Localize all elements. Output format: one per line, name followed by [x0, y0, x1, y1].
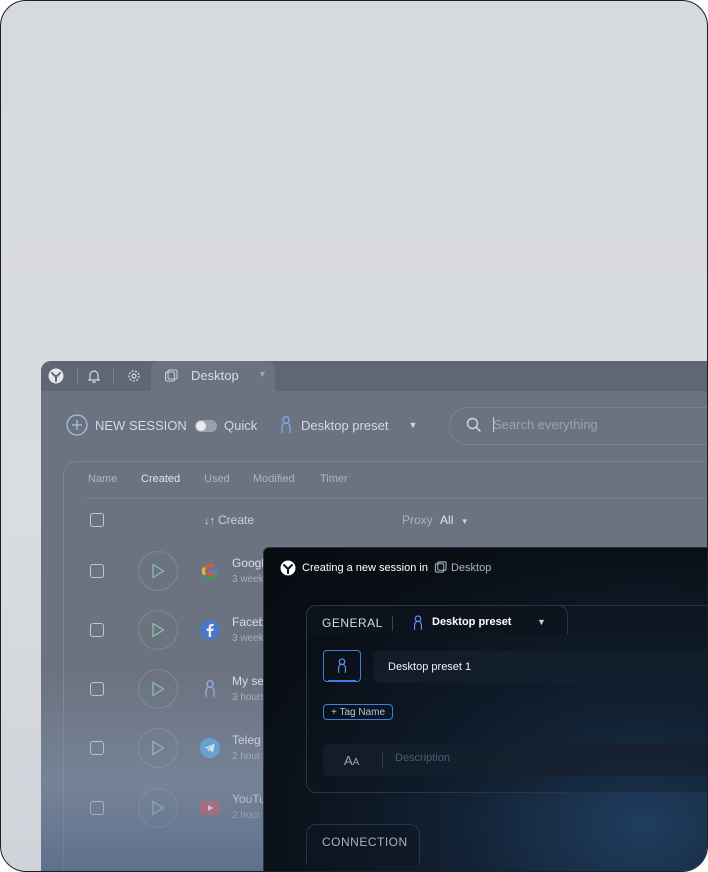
logo-icon — [279, 559, 297, 577]
tab-divider — [113, 368, 114, 384]
dialog-title-text: Creating a new session in — [302, 561, 428, 574]
row-checkbox[interactable] — [90, 682, 104, 696]
row-subtitle: 2 hour — [232, 810, 261, 821]
row-name: Faceb — [232, 615, 266, 629]
field-divider — [382, 751, 383, 769]
row-name: Googl — [232, 556, 265, 570]
add-tag-button[interactable]: + Tag Name — [323, 704, 394, 720]
play-button[interactable] — [138, 610, 178, 650]
avatar-picker[interactable] — [323, 650, 361, 682]
screen-frame: Desktop ▼ NEW SESSION Quick Desktop pres… — [0, 0, 708, 872]
row-subtitle: 3 week — [232, 633, 264, 644]
search-input[interactable] — [493, 417, 693, 432]
youtube-icon — [200, 798, 220, 818]
play-icon — [152, 563, 165, 579]
telegram-icon — [200, 738, 220, 758]
tab-bar: Desktop ▼ — [41, 361, 707, 391]
search-icon — [465, 416, 483, 434]
chevron-down-icon[interactable]: ▼ — [258, 369, 267, 379]
column-tab-used[interactable]: Used — [204, 473, 230, 485]
row-name: Teleg — [232, 733, 261, 747]
workspace-name: Desktop — [450, 561, 492, 574]
play-button[interactable] — [138, 788, 178, 828]
connection-tab-label: CONNECTION — [322, 835, 408, 849]
row-subtitle: 2 hour — [232, 751, 261, 762]
row-subtitle: 3 hours — [232, 692, 266, 703]
row-checkbox[interactable] — [90, 741, 104, 755]
row-checkbox[interactable] — [90, 564, 104, 578]
person-icon — [281, 416, 291, 433]
play-button[interactable] — [138, 728, 178, 768]
tab-divider — [77, 368, 78, 384]
new-session-button[interactable]: NEW SESSION — [66, 414, 187, 436]
session-name-field[interactable] — [374, 651, 707, 683]
google-icon — [200, 561, 220, 581]
preset-select[interactable]: Desktop preset ▼ — [279, 415, 417, 435]
row-name: My se — [232, 674, 265, 688]
dialog-title: Creating a new session in Desktop — [302, 561, 491, 574]
person-icon — [337, 658, 347, 673]
header-divider — [85, 498, 707, 499]
row-checkbox[interactable] — [90, 801, 104, 815]
tab-divider — [392, 616, 393, 631]
workspace-chip: Desktop — [434, 561, 491, 574]
proxy-label: Proxy — [402, 513, 433, 527]
general-tab-label: GENERAL — [322, 616, 383, 630]
chevron-down-icon[interactable]: ▼ — [537, 617, 546, 627]
play-icon — [152, 740, 165, 756]
chevron-down-icon: ▼ — [460, 517, 469, 526]
workspace-icon — [162, 367, 180, 385]
quick-toggle[interactable]: Quick — [195, 418, 257, 433]
row-name: YouTu — [232, 792, 266, 806]
workspace-icon — [434, 561, 447, 573]
sort-arrows-icon: ↓↑ — [204, 515, 215, 527]
proxy-value: All — [440, 513, 454, 527]
logo-icon[interactable] — [47, 367, 65, 385]
facebook-icon — [200, 620, 220, 640]
row-checkbox[interactable] — [90, 623, 104, 637]
person-icon — [409, 614, 427, 632]
person-icon — [200, 679, 220, 699]
plus-circle-icon — [66, 414, 88, 436]
column-tab-timer[interactable]: Timer — [320, 473, 348, 485]
play-button[interactable] — [138, 551, 178, 591]
column-tab-created[interactable]: Created — [141, 473, 180, 485]
new-session-dialog: Creating a new session in Desktop GENERA… — [263, 547, 707, 871]
quick-label: Quick — [224, 418, 258, 433]
new-session-label: NEW SESSION — [95, 417, 187, 433]
font-icon: AA — [344, 753, 360, 768]
gear-icon[interactable] — [125, 367, 143, 385]
preset-select[interactable]: Desktop preset — [432, 616, 511, 628]
preset-label: Desktop preset — [301, 417, 389, 433]
bell-icon[interactable] — [85, 367, 103, 385]
play-icon — [152, 800, 165, 816]
column-tab-modified[interactable]: Modified — [253, 473, 295, 485]
column-tab-name[interactable]: Name — [88, 473, 117, 485]
play-icon — [152, 681, 165, 697]
toggle-switch[interactable] — [195, 419, 217, 432]
sort-header[interactable]: ↓↑ Create — [204, 513, 254, 527]
proxy-filter[interactable]: Proxy All ▼ — [402, 513, 469, 527]
play-button[interactable] — [138, 669, 178, 709]
tab-label: Desktop — [191, 368, 239, 383]
sort-label: Create — [218, 513, 255, 527]
play-icon — [152, 622, 165, 638]
row-subtitle: 3 week — [232, 574, 264, 585]
select-all-checkbox[interactable] — [90, 513, 104, 527]
description-field[interactable] — [395, 752, 675, 764]
chevron-down-icon[interactable]: ▼ — [408, 420, 417, 430]
